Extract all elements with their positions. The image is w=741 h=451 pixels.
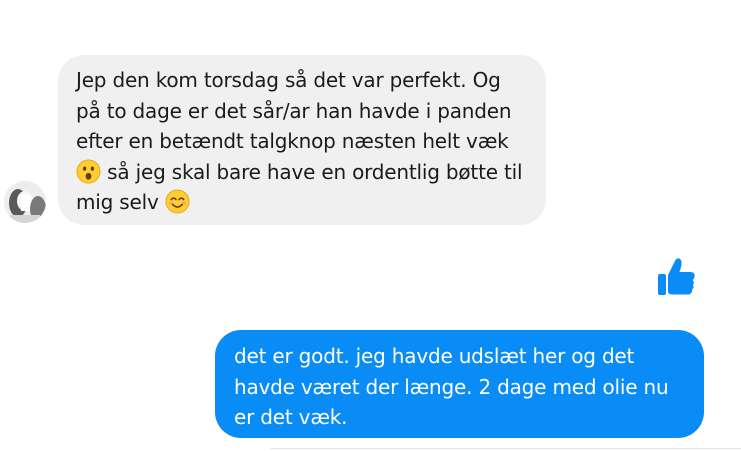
message-line: det er godt. jeg havde udslæt her og det [234,344,635,368]
message-line: havde været der længe. 2 dage med olie n… [234,374,669,399]
divider [270,448,741,449]
message-line: på to dage er det sår/ar han havde i pan… [76,98,512,123]
message-line: mig selv [76,190,159,214]
message-line-with-emoji: mig selv [76,187,532,218]
chat-thread: Jep den kom torsdag så det var perfekt. … [0,0,741,451]
message-line-with-emoji: så jeg skal bare have en ordentlig bøtte… [76,157,532,188]
message-line: Jep den kom torsdag så det var perfekt. … [76,68,501,92]
outgoing-message-bubble[interactable]: det er godt. jeg havde udslæt her og det… [215,330,704,438]
avatar-photo-icon [4,181,46,223]
message-line: er det væk. [234,405,348,429]
thumbs-up-icon[interactable] [657,257,697,297]
surprised-face-emoji-icon [76,158,101,184]
incoming-message-bubble[interactable]: Jep den kom torsdag så det var perfekt. … [58,55,546,225]
message-line: så jeg skal bare have en ordentlig bøtte… [107,159,523,184]
smiling-face-emoji-icon [165,189,190,214]
message-line: efter en betændt talgknop næsten helt væ… [76,129,509,153]
contact-avatar[interactable] [4,181,46,223]
